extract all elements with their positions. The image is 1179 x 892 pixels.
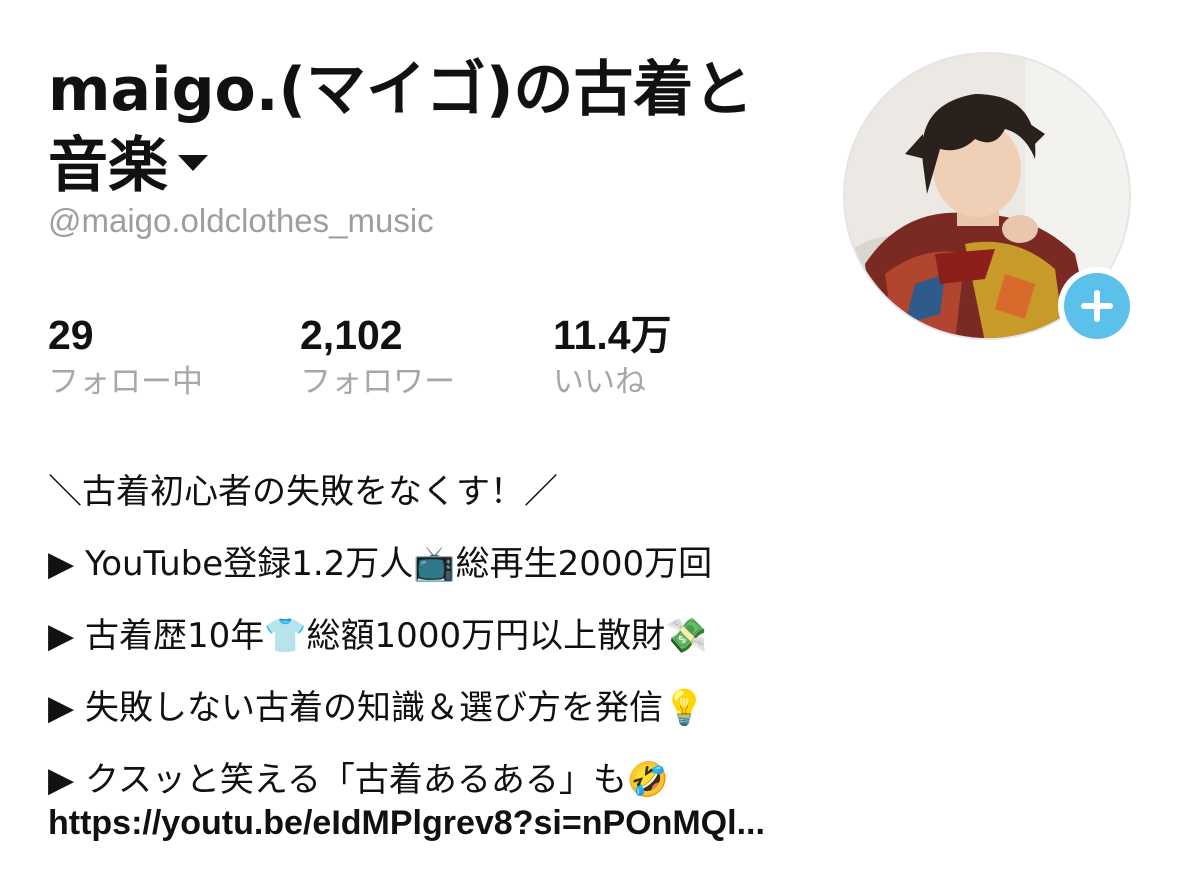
following-label: フォロー中: [48, 364, 203, 400]
likes-label: いいね: [553, 364, 646, 400]
followers-count: 2,102: [300, 312, 403, 358]
bio-line: ▶ YouTube登録1.2万人📺総再生2000万回: [48, 544, 713, 584]
avatar-container: [843, 52, 1136, 345]
likes-count: 11.4万: [553, 312, 672, 358]
profile-page: maigo.(マイゴ)の古着と音楽 @maigo.oldclothes_musi…: [0, 0, 1179, 892]
bio-link[interactable]: https://youtu.be/eIdMPlgrev8?si=nPOnMQl.…: [48, 804, 765, 843]
display-name[interactable]: maigo.(マイゴ)の古着と音楽: [48, 52, 788, 204]
chevron-down-icon[interactable]: [178, 155, 208, 172]
followers-label: フォロワー: [300, 364, 455, 400]
bio: ＼古着初心者の失敗をなくす！／ ▶ YouTube登録1.2万人📺総再生2000…: [48, 456, 1148, 816]
profile-header: maigo.(マイゴ)の古着と音楽: [48, 52, 788, 204]
stat-likes[interactable]: 11.4万 いいね: [553, 312, 672, 404]
plus-icon: [1064, 273, 1130, 339]
stat-followers[interactable]: 2,102 フォロワー: [300, 312, 455, 404]
display-name-text: maigo.(マイゴ)の古着と音楽: [48, 55, 754, 201]
username-handle: @maigo.oldclothes_music: [48, 202, 434, 239]
stat-following[interactable]: 29 フォロー中: [48, 312, 203, 404]
bio-line: ▶ 古着歴10年👕総額1000万円以上散財💸: [48, 616, 708, 656]
add-follow-button[interactable]: [1058, 267, 1136, 345]
following-count: 29: [48, 312, 94, 358]
bio-line: ▶ 失敗しない古着の知識＆選び方を発信💡: [48, 688, 706, 728]
bio-line: ＼古着初心者の失敗をなくす！／: [48, 472, 558, 512]
